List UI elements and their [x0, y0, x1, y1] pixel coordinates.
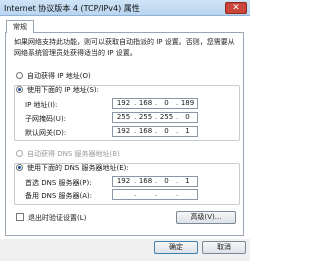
pdns-octet-3: 0: [164, 177, 169, 185]
mask-octet-1: 255: [116, 113, 131, 121]
preferred-dns-label: 首选 DNS 服务器(P):: [25, 179, 92, 187]
ok-button[interactable]: 确定: [154, 241, 198, 254]
dns-manual-label: 使用下面的 DNS 服务器地址(E):: [27, 164, 129, 172]
adns-octet-4: [178, 190, 197, 199]
ip-manual-label: 使用下面的 IP 地址(S):: [27, 86, 99, 94]
validate-label: 退出时验证设置(L): [28, 214, 87, 222]
subnet-mask-field[interactable]: 255 . 255 . 255 . 0: [112, 112, 198, 123]
preferred-dns-field[interactable]: 192 . 168 . 0 . 1: [112, 176, 198, 187]
title-bar: Internet 协议版本 4 (TCP/IPv4) 属性 ✕: [0, 0, 250, 16]
tab-general[interactable]: 常规: [6, 20, 34, 33]
close-button[interactable]: ✕: [225, 2, 247, 14]
subnet-mask-label: 子网掩码(U):: [25, 115, 66, 123]
gateway-octet-4: 1: [185, 127, 190, 135]
gateway-field[interactable]: 192 . 168 . 0 . 1: [112, 126, 198, 137]
pdns-octet-1: 192: [116, 177, 131, 185]
advanced-button[interactable]: 高级(V)...: [176, 211, 236, 224]
gateway-label: 默认网关(D):: [25, 129, 67, 137]
ip-octet-1: 192: [116, 99, 131, 107]
adns-octet-2: [136, 190, 155, 199]
mask-octet-2: 255: [138, 113, 153, 121]
adns-octet-1: [114, 190, 133, 199]
description-text: 如果网络支持此功能，则可以获取自动指派的 IP 设置。否则，您需要从网络系统管理…: [14, 38, 235, 57]
dns-auto-radio[interactable]: [16, 150, 23, 157]
pdns-octet-2: 168: [138, 177, 153, 185]
gateway-octet-2: 168: [138, 127, 153, 135]
ip-auto-label: 自动获得 IP 地址(O): [27, 72, 91, 80]
ip-manual-radio[interactable]: [16, 86, 23, 93]
dns-auto-label: 自动获得 DNS 服务器地址(B): [27, 150, 120, 158]
mask-octet-4: 0: [185, 113, 190, 121]
window-title: Internet 协议版本 4 (TCP/IPv4) 属性: [4, 4, 140, 13]
ip-auto-radio[interactable]: [16, 72, 23, 79]
ip-address-field[interactable]: 192 . 168 . 0 . 189: [112, 98, 198, 109]
pdns-octet-4: 1: [185, 177, 190, 185]
alternate-dns-label: 备用 DNS 服务器(A):: [25, 192, 93, 200]
gateway-octet-1: 192: [116, 127, 131, 135]
ip-address-label: IP 地址(I):: [25, 101, 58, 109]
alternate-dns-field[interactable]: . . .: [112, 189, 198, 200]
adns-octet-3: [157, 190, 176, 199]
cancel-button[interactable]: 取消: [202, 241, 246, 254]
ip-octet-3: 0: [164, 99, 169, 107]
ip-octet-2: 168: [138, 99, 153, 107]
ip-octet-4: 189: [180, 99, 195, 107]
dns-manual-radio[interactable]: [16, 164, 23, 171]
validate-checkbox[interactable]: [16, 213, 24, 221]
mask-octet-3: 255: [159, 113, 174, 121]
gateway-octet-3: 0: [164, 127, 169, 135]
